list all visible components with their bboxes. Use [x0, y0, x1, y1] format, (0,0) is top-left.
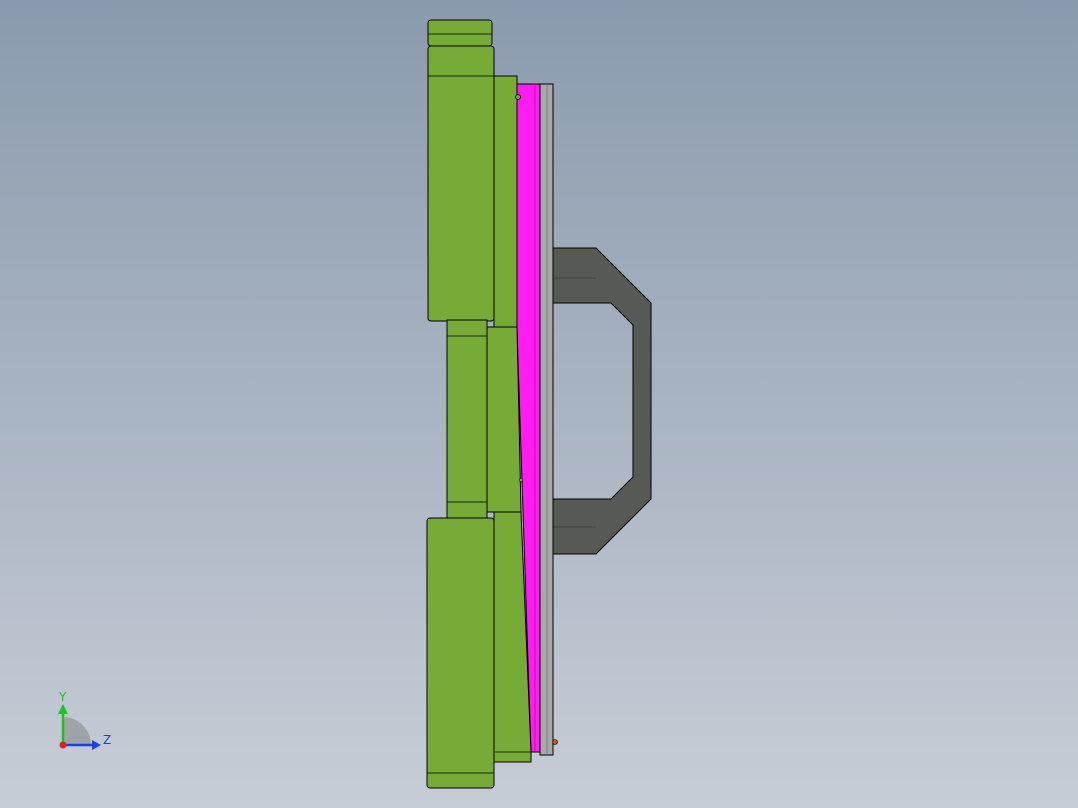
handle-inner-edge [553, 277, 596, 528]
upper-green-body[interactable] [427, 45, 495, 322]
middle-green-wedge[interactable] [486, 326, 522, 513]
lower-green-body[interactable] [426, 517, 495, 789]
triad-quarter-disc [63, 717, 91, 745]
triad-y-label: Y [58, 690, 67, 704]
model-view[interactable]: Y Z [0, 0, 1078, 808]
middle-green-body[interactable] [446, 319, 488, 519]
reference-triad: Y Z [58, 690, 111, 750]
gray-back-plate[interactable] [539, 83, 554, 756]
middle-screw-head [518, 477, 524, 483]
upper-green-flange[interactable] [493, 75, 518, 328]
triad-z-arrow-icon [92, 740, 101, 750]
handle-part[interactable] [552, 247, 652, 555]
triad-z-label: Z [103, 733, 111, 747]
triad-x-origin-icon [59, 741, 67, 749]
upper-screw-head [515, 94, 521, 100]
upper-green-cap[interactable] [427, 19, 493, 47]
lower-screw-head [552, 739, 558, 745]
graphics-viewport[interactable]: Y Z [0, 0, 1078, 808]
triad-y-arrow-icon [58, 704, 68, 714]
